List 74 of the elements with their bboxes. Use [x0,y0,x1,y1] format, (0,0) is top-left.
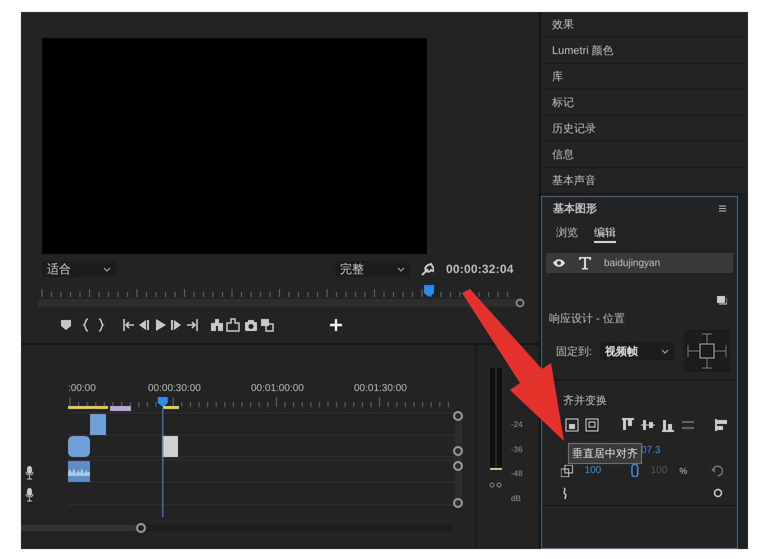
menu-icon[interactable] [718,204,727,212]
playhead-marker[interactable] [424,285,434,297]
pin-to-dropdown[interactable]: 视频帧 [600,342,674,360]
panel-tab[interactable]: Lumetri 颜色 [541,38,748,64]
mic-icon[interactable] [26,466,34,480]
meter-scale-label: -24 [511,420,523,429]
distribute-icon[interactable] [681,418,695,432]
align-vertical-center-icon[interactable] [641,418,655,432]
audio-clip[interactable] [68,461,90,482]
wrench-icon[interactable] [420,262,434,276]
scale-icon[interactable] [561,464,573,476]
panel-tab[interactable]: 历史记录 [541,116,748,142]
panel-tab[interactable]: 信息 [541,142,748,168]
track-scroll-handle[interactable] [453,498,463,508]
align-left-icon[interactable] [715,418,729,432]
unit-label: % [679,466,688,476]
track-scroll-handle[interactable] [453,411,463,421]
scale-value[interactable]: 100 [584,465,602,476]
text-layer-icon [578,256,592,270]
ruler-label: 00:01:00:00 [251,383,304,394]
render-bar [110,406,131,411]
panel-tab[interactable]: 浏览 [556,225,578,243]
field-label: 固定到: [556,344,592,358]
section-heading: 响应设计 - 位置 [549,313,625,325]
go-to-in-icon[interactable] [121,318,135,332]
panel-tab[interactable]: 库 [541,64,748,90]
video-clip[interactable] [68,436,90,457]
extract-icon[interactable] [226,318,240,332]
add-button-icon[interactable] [329,318,343,332]
slider-handle-icon[interactable] [713,488,723,498]
pin-widget[interactable] [684,330,730,372]
ruler-label: :00:00 [68,383,96,394]
align-bottom-icon[interactable] [661,418,675,432]
align-top-icon[interactable] [621,418,635,432]
video-clip[interactable] [90,414,106,435]
link-icon[interactable] [631,464,639,477]
panel-tab[interactable]: 基本声音 [541,168,748,194]
align-to-frame-icon[interactable] [565,418,579,432]
timecode: 00:00:32:04 [446,262,514,276]
zoom-handle[interactable] [136,523,146,533]
fit-dropdown[interactable]: 适合 [42,261,116,277]
align-to-selection-icon[interactable] [585,418,599,432]
play-icon[interactable] [153,318,167,332]
panel-tab[interactable]: 标记 [541,90,748,116]
section-heading: 齐并变换 [562,395,607,407]
eye-icon[interactable] [552,258,566,268]
layer-row[interactable]: baidujingyan [546,253,733,273]
meter-scale-label: -36 [511,444,523,454]
layer-name: baidujingyan [604,258,660,268]
playhead-marker[interactable] [158,397,168,407]
work-area-bar [68,406,108,409]
solo-buttons-icon[interactable] [489,482,503,488]
work-area-bar [163,406,179,409]
camera-icon[interactable] [244,318,258,332]
tooltip: 垂直居中对齐 [568,443,642,464]
reset-icon[interactable] [711,464,723,476]
panel-tab[interactable]: 效果 [541,12,748,38]
quality-dropdown[interactable]: 完整 [335,261,410,277]
panel-title: 基本图形 [553,202,597,216]
panel-tab[interactable]: 编辑 [594,225,616,243]
chevron-icon [103,266,111,272]
new-layer-icon[interactable] [717,295,727,305]
compare-view-icon[interactable] [260,318,274,332]
ruler-label: 00:00:30:00 [148,383,201,394]
chevron-icon [661,348,670,354]
marker-icon[interactable] [59,318,73,332]
go-to-out-icon[interactable] [186,318,200,332]
chevron-icon [397,266,405,272]
meter-scale-label: dB [511,494,521,502]
rotation-icon[interactable] [562,487,568,499]
mic-icon[interactable] [26,488,34,502]
meter-scale-label: -48 [511,469,523,478]
lift-icon[interactable] [210,318,224,332]
ruler-label: 00:01:30:00 [354,383,407,394]
